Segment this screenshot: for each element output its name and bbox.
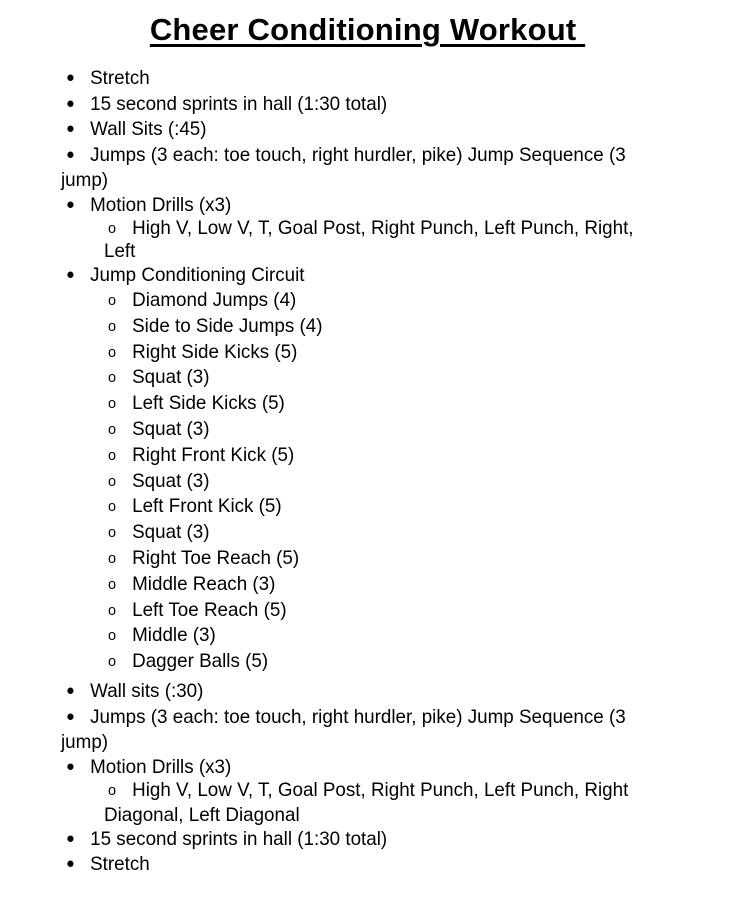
list-item: ● 15 second sprints in hall (1:30 total)	[66, 92, 387, 118]
list-item: ● Jumps (3 each: toe touch, right hurdler…	[66, 705, 626, 731]
bullet-icon: ●	[66, 708, 75, 725]
list-item-text: Wall Sits (:45)	[90, 118, 207, 140]
list-item-text: Stretch	[90, 853, 150, 875]
circuit-item: o Squat (3)	[108, 520, 210, 546]
circuit-item-text: Left Front Kick (5)	[132, 495, 282, 518]
circle-bullet-icon: o	[108, 653, 117, 671]
list-item: ● Motion Drills (x3)	[66, 755, 231, 781]
bullet-icon: ●	[66, 758, 75, 775]
list-item: ● Wall Sits (:45)	[66, 117, 207, 143]
circuit-item-text: Right Toe Reach (5)	[132, 547, 300, 569]
list-item-text: 15 second sprints in hall (1:30 total)	[90, 93, 388, 115]
bullet-icon: ●	[66, 830, 75, 847]
circle-bullet-icon: o	[108, 317, 117, 335]
circuit-item: o Right Side Kicks (5)	[108, 340, 297, 366]
list-item-continuation: jump)	[61, 169, 109, 191]
bullet-icon: ●	[66, 196, 75, 213]
circuit-item-text: Right Side Kicks (5)	[132, 340, 298, 363]
circle-bullet-icon: o	[108, 220, 117, 237]
circuit-item: o Right Front Kick (5)	[108, 443, 294, 469]
circle-bullet-icon: o	[108, 782, 117, 799]
bullet-icon: ●	[66, 120, 75, 137]
circuit-item: o Left Front Kick (5)	[108, 494, 282, 520]
circle-bullet-icon: o	[108, 292, 117, 309]
list-item-text: 15 second sprints in hall (1:30 total)	[90, 828, 388, 850]
list-item-text: Jumps (3 each: toe touch, right hurdler,…	[90, 144, 626, 166]
list-item-text: Wall sits (:30)	[90, 680, 204, 702]
circle-bullet-icon: o	[108, 343, 117, 361]
circuit-item-text: Dagger Balls (5)	[132, 650, 269, 673]
circuit-item: o Squat (3)	[108, 469, 210, 495]
circle-bullet-icon: o	[108, 627, 117, 645]
list-item-text: Stretch	[90, 67, 150, 89]
circle-bullet-icon: o	[108, 575, 117, 593]
document-title: Cheer Conditioning Workout	[149, 12, 586, 47]
circuit-item-text: Left Toe Reach (5)	[132, 598, 287, 621]
circuit-item-text: Diamond Jumps (4)	[132, 289, 297, 311]
list-item: ● Jump Conditioning Circuit	[66, 263, 305, 289]
circuit-item-text: Squat (3)	[132, 366, 210, 389]
circuit-item-text: Squat (3)	[132, 469, 210, 492]
list-item-text: Jump Conditioning Circuit	[90, 264, 305, 286]
circuit-item: o Dagger Balls (5)	[108, 649, 268, 675]
circle-bullet-icon: o	[108, 472, 117, 490]
list-item: ● Stretch	[66, 852, 150, 878]
list-item-text: Motion Drills (x3)	[90, 756, 232, 778]
circle-bullet-icon: o	[108, 601, 117, 619]
list-item-continuation: jump)	[61, 731, 109, 753]
sub-item-text: High V, Low V, T, Goal Post, Right Punch…	[132, 217, 634, 239]
sub-item-text: High V, Low V, T, Goal Post, Right Punch…	[132, 779, 629, 801]
circuit-item: o Side to Side Jumps (4)	[108, 314, 322, 340]
list-item: ● Stretch	[66, 66, 150, 92]
list-item: ● Jumps (3 each: toe touch, right hurdler…	[66, 143, 626, 169]
circuit-item: o Squat (3)	[108, 365, 210, 391]
circuit-item-text: Squat (3)	[132, 521, 210, 544]
list-item: ● 15 second sprints in hall (1:30 total)	[66, 827, 387, 853]
circuit-item-text: Side to Side Jumps (4)	[132, 314, 323, 337]
circle-bullet-icon: o	[108, 446, 117, 464]
circuit-item: o Middle Reach (3)	[108, 572, 275, 598]
circuit-item: o Left Side Kicks (5)	[108, 391, 285, 417]
circuit-item-text: Middle (3)	[132, 624, 216, 647]
circuit-item-text: Squat (3)	[132, 418, 210, 440]
circuit-item-text: Left Side Kicks (5)	[132, 392, 285, 415]
circle-bullet-icon: o	[108, 369, 117, 387]
bullet-icon: ●	[66, 146, 75, 163]
circuit-item: o Diamond Jumps (4)	[108, 288, 296, 314]
circle-bullet-icon: o	[108, 421, 117, 438]
circle-bullet-icon: o	[108, 395, 117, 413]
list-item-text: Jumps (3 each: toe touch, right hurdler,…	[90, 706, 626, 728]
circuit-item: o Left Toe Reach (5)	[108, 598, 287, 624]
bullet-icon: ●	[66, 682, 75, 699]
bullet-icon: ●	[66, 95, 75, 112]
list-item: ● Motion Drills (x3)	[66, 193, 231, 219]
circuit-item-text: Middle Reach (3)	[132, 572, 276, 595]
bullet-icon: ●	[66, 69, 75, 86]
circuit-item: o Right Toe Reach (5)	[108, 546, 299, 572]
list-item-text: Motion Drills (x3)	[90, 194, 232, 216]
sub-item-continuation: Left	[104, 240, 136, 262]
sub-item-continuation: Diagonal, Left Diagonal	[104, 804, 300, 826]
list-item: ● Wall sits (:30)	[66, 679, 203, 705]
sub-item: o High V, Low V, T, Goal Post, Right Punc…	[108, 778, 628, 804]
circle-bullet-icon: o	[108, 550, 117, 567]
circuit-item-text: Right Front Kick (5)	[132, 443, 295, 466]
bullet-icon: ●	[66, 266, 75, 283]
circle-bullet-icon: o	[108, 524, 117, 542]
circuit-item: o Squat (3)	[108, 417, 210, 443]
bullet-icon: ●	[66, 855, 75, 872]
circle-bullet-icon: o	[108, 498, 117, 516]
circuit-item: o Middle (3)	[108, 623, 216, 649]
